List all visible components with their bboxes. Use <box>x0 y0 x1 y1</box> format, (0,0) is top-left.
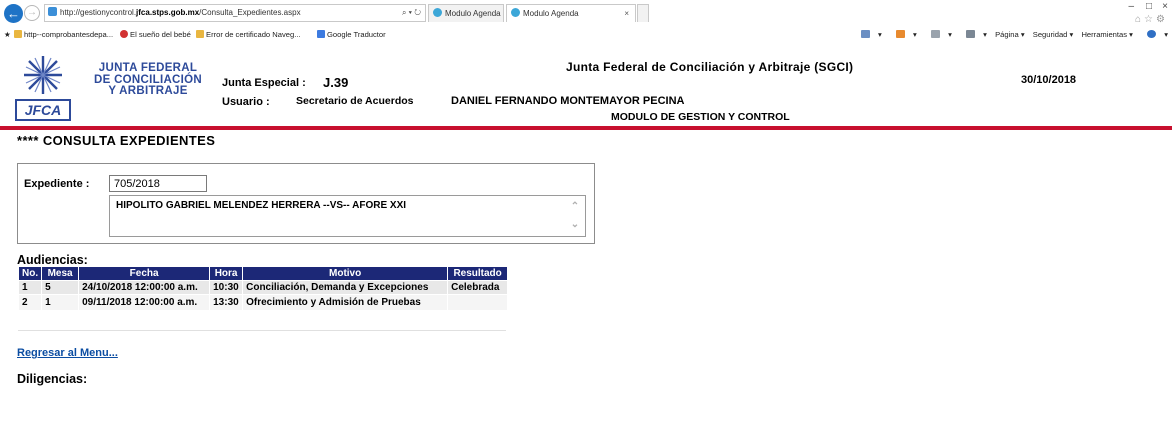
close-window-icon[interactable]: × <box>1162 1 1168 12</box>
expediente-input[interactable] <box>109 175 207 192</box>
diligencias-title: Diligencias: <box>17 372 88 386</box>
new-tab-button[interactable] <box>637 4 649 22</box>
page-title: **** CONSULTA EXPEDIENTES <box>17 133 216 148</box>
org-title: Junta Federal de Conciliación y Arbitraj… <box>566 60 854 74</box>
col-header-resultado: Resultado <box>447 266 509 281</box>
security-menu[interactable]: Seguridad ▾ <box>1033 30 1074 39</box>
table-row: 1 5 24/10/2018 12:00:00 a.m. 10:30 Conci… <box>17 280 509 295</box>
cell-motivo: Conciliación, Demanda y Excepciones <box>242 280 449 295</box>
tab-favicon-icon <box>511 8 520 17</box>
address-bar[interactable]: http://gestionycontrol.jfca.stps.gob.mx/… <box>44 4 426 22</box>
expediente-label: Expediente : <box>24 178 90 190</box>
page-icon <box>14 30 22 38</box>
logo-wordmark: JUNTA FEDERAL DE CONCILIACIÓN Y ARBITRAJ… <box>84 62 212 98</box>
usuario-label: Usuario : <box>222 96 270 108</box>
command-bar: ▾ ▾ ▾ ▾ Página ▾ Seguridad ▾ Herramienta… <box>849 27 1168 43</box>
scroll-down-icon[interactable]: ⌄ <box>568 216 582 234</box>
tab-favicon-icon <box>433 8 442 17</box>
home-favorites-settings-icons[interactable]: ⌂☆⚙ <box>1135 14 1168 25</box>
help-icon <box>1147 30 1157 38</box>
usuario-name: DANIEL FERNANDO MONTEMAYOR PECINA <box>451 95 685 107</box>
home-icon <box>860 30 870 38</box>
logo-line-1: JUNTA FEDERAL <box>98 62 198 74</box>
browser-chrome: ← → http://gestionycontrol.jfca.stps.gob… <box>0 0 1172 46</box>
print-icon <box>966 30 975 38</box>
cell-hora: 13:30 <box>209 294 244 311</box>
cell-motivo: Ofrecimiento y Admisión de Pruebas <box>242 294 449 311</box>
tab-modulo-agenda-1[interactable]: Modulo Agenda <box>428 4 504 22</box>
favorite-link-3[interactable]: Error de certificado Naveg... <box>196 27 301 43</box>
cell-mesa: 5 <box>41 280 80 295</box>
cell-fecha: 09/11/2018 12:00:00 a.m. <box>78 294 211 311</box>
favorite-link-1[interactable]: http--comprobantesdepa... <box>14 27 113 43</box>
page-menu[interactable]: Página ▾ <box>995 30 1025 39</box>
cell-resultado <box>447 294 509 311</box>
feeds-icon <box>895 30 905 38</box>
cell-no: 2 <box>17 294 43 311</box>
home-menu[interactable]: ▾ <box>855 30 882 39</box>
table-row: 2 1 09/11/2018 12:00:00 a.m. 13:30 Ofrec… <box>17 294 509 311</box>
maximize-icon[interactable]: □ <box>1146 1 1152 12</box>
mail-menu[interactable]: ▾ <box>925 30 952 39</box>
col-header-no: No. <box>17 266 43 281</box>
junta-value: J.39 <box>323 75 349 90</box>
tools-menu[interactable]: Herramientas ▾ <box>1081 30 1133 39</box>
favorites-star-icon[interactable]: ★ <box>4 27 11 43</box>
tab-modulo-agenda-2[interactable]: Modulo Agenda × <box>506 4 636 22</box>
usuario-role: Secretario de Acuerdos <box>296 95 414 107</box>
cell-resultado: Celebrada <box>447 280 509 295</box>
forward-arrow-icon[interactable]: → <box>24 5 40 21</box>
address-host: jfca.stps.gob.mx <box>136 8 200 17</box>
red-dot-icon <box>120 30 128 38</box>
address-prefix: http://gestionycontrol. <box>60 8 137 17</box>
favorite-link-2[interactable]: El sueño del bebé <box>120 27 191 43</box>
col-header-motivo: Motivo <box>242 266 449 281</box>
table-bottom-divider <box>18 330 506 331</box>
current-date: 30/10/2018 <box>1021 74 1077 86</box>
feeds-menu[interactable]: ▾ <box>890 30 917 39</box>
help-menu[interactable]: ▾ <box>1141 30 1168 39</box>
translate-icon <box>317 30 325 38</box>
back-arrow-icon[interactable]: ← <box>4 4 23 23</box>
address-path: /Consulta_Expedientes.aspx <box>199 8 301 17</box>
cell-hora: 10:30 <box>209 280 244 295</box>
partes-text: HIPOLITO GABRIEL MELENDEZ HERRERA --VS--… <box>116 200 407 211</box>
favorite-link-4[interactable]: Google Traductor <box>317 27 386 43</box>
col-header-hora: Hora <box>209 266 244 281</box>
junta-label: Junta Especial : <box>222 77 306 89</box>
table-header-row: No. Mesa Fecha Hora Motivo Resultado <box>17 266 509 281</box>
textarea-scrollbar[interactable]: ⌃ ⌄ <box>568 198 582 234</box>
back-to-menu-link[interactable]: Regresar al Menu... <box>17 347 118 359</box>
tab-label: Modulo Agenda <box>445 9 501 18</box>
logo-line-3: Y ARBITRAJE <box>108 85 188 97</box>
cell-mesa: 1 <box>41 294 80 311</box>
site-favicon-icon <box>48 7 57 16</box>
address-tools-icon[interactable]: ⌕ ▾ ↻ <box>402 5 421 21</box>
col-header-mesa: Mesa <box>41 266 80 281</box>
print-menu[interactable]: ▾ <box>960 30 987 39</box>
cell-no: 1 <box>17 280 43 295</box>
logo-badge: JFCA <box>24 102 62 118</box>
mail-icon <box>930 30 940 38</box>
minimize-icon[interactable]: – <box>1128 1 1134 12</box>
module-title: MODULO DE GESTION Y CONTROL <box>611 111 790 123</box>
jfca-logo: JFCA <box>14 50 72 122</box>
header-divider <box>0 126 1172 130</box>
page-icon <box>196 30 204 38</box>
col-header-fecha: Fecha <box>78 266 211 281</box>
partes-textarea[interactable]: HIPOLITO GABRIEL MELENDEZ HERRERA --VS--… <box>109 195 586 237</box>
cell-fecha: 24/10/2018 12:00:00 a.m. <box>78 280 211 295</box>
scroll-up-icon[interactable]: ⌃ <box>568 198 582 216</box>
audiencias-table: No. Mesa Fecha Hora Motivo Resultado 1 5… <box>17 266 509 311</box>
favorites-bar: ★ http--comprobantesdepa... El sueño del… <box>0 27 1172 43</box>
tab-label: Modulo Agenda <box>523 9 579 18</box>
audiencias-title: Audiencias: <box>17 253 88 267</box>
close-tab-icon[interactable]: × <box>624 5 629 22</box>
